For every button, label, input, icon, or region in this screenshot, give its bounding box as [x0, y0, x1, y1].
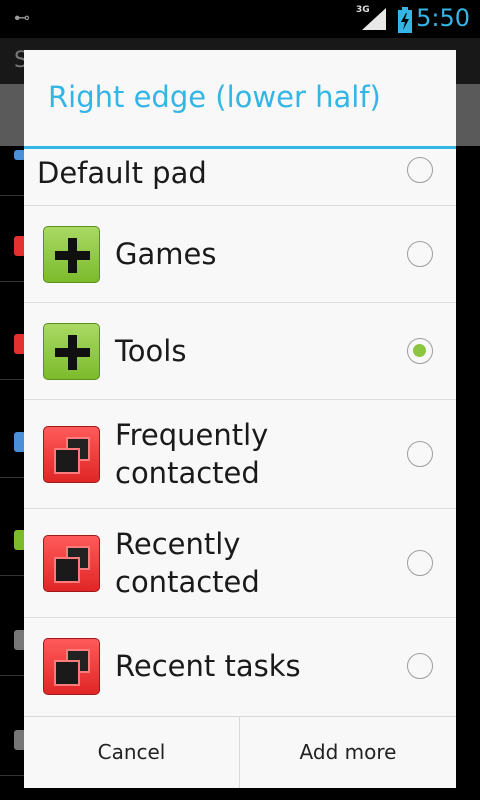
- dialog-title: Right edge (lower half): [48, 80, 381, 114]
- background-list-divider: [0, 477, 24, 478]
- green-plus-icon: [43, 226, 100, 283]
- radio-default-pad[interactable]: [407, 157, 433, 183]
- background-list-divider: [0, 675, 24, 676]
- window-front-shape: [54, 448, 80, 474]
- list-item-default-pad[interactable]: Default pad: [24, 149, 456, 206]
- usb-debug-icon: ⊷: [14, 8, 30, 27]
- radio-tools-selected[interactable]: [407, 338, 433, 364]
- list-item-frequently-contacted[interactable]: Frequently contacted: [24, 400, 456, 509]
- option-list[interactable]: Default pad Games Tools Frequently conta…: [24, 149, 456, 716]
- list-item-label: Default pad: [37, 156, 207, 190]
- red-windows-icon: [43, 426, 100, 483]
- window-front-shape: [54, 557, 80, 583]
- background-list-divider: [0, 775, 24, 776]
- list-item-tools[interactable]: Tools: [24, 303, 456, 400]
- selection-dialog: Right edge (lower half) Default pad Game…: [24, 50, 456, 788]
- background-list-divider: [0, 575, 24, 576]
- background-list-divider: [0, 379, 24, 380]
- battery-icon: [398, 7, 412, 33]
- background-list-divider: [0, 281, 24, 282]
- list-item-recent-tasks[interactable]: Recent tasks: [24, 618, 456, 716]
- status-bar: ⊷ 3G 5:50: [0, 0, 480, 38]
- dialog-button-bar: Cancel Add more: [24, 716, 456, 788]
- status-clock: 5:50: [416, 4, 470, 32]
- list-item-games[interactable]: Games: [24, 206, 456, 303]
- radio-recent-tasks[interactable]: [407, 653, 433, 679]
- cancel-button[interactable]: Cancel: [24, 717, 240, 788]
- list-item-label: Games: [115, 237, 217, 271]
- radio-recently-contacted[interactable]: [407, 550, 433, 576]
- list-item-recently-contacted[interactable]: Recently contacted: [24, 509, 456, 618]
- green-plus-icon: [43, 323, 100, 380]
- radio-games[interactable]: [407, 241, 433, 267]
- add-more-button[interactable]: Add more: [240, 717, 456, 788]
- list-item-label: Recent tasks: [115, 649, 301, 683]
- background-list-divider: [0, 195, 24, 196]
- red-windows-icon: [43, 535, 100, 592]
- red-windows-icon: [43, 638, 100, 695]
- list-item-label: Frequently contacted: [115, 418, 269, 490]
- list-item-label: Recently contacted: [115, 527, 260, 599]
- list-item-label: Tools: [115, 334, 187, 368]
- radio-frequently-contacted[interactable]: [407, 441, 433, 467]
- window-front-shape: [54, 660, 80, 686]
- signal-icon: [362, 8, 386, 30]
